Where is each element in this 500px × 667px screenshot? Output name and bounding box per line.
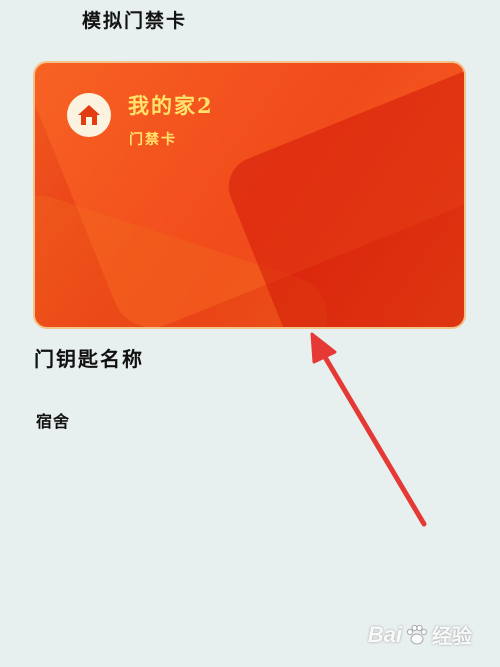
access-card[interactable]: 我的家2 门禁卡 [33,61,466,329]
page-title: 模拟门禁卡 [82,10,188,32]
key-name-label: 门钥匙名称 [34,347,144,371]
baidu-jingyan-watermark: Bai 经验 [368,620,472,649]
card-subtitle: 门禁卡 [129,132,177,148]
card-name: 我的家2 [128,93,214,118]
key-name-value[interactable]: 宿舍 [36,408,70,432]
watermark-suffix: 经验 [432,626,472,648]
paw-icon [406,624,428,644]
watermark-brand: Bai [367,621,402,647]
home-icon [67,93,111,137]
